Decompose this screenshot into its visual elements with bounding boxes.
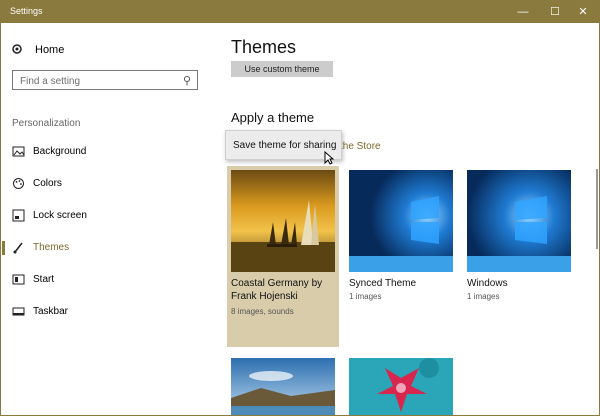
active-indicator xyxy=(2,241,5,255)
picture-icon xyxy=(12,145,25,158)
sidebar-item-themes[interactable]: Themes xyxy=(1,236,212,260)
theme-name: Coastal Germany by Frank Hojenski xyxy=(231,278,323,302)
sidebar-item-label: Lock screen xyxy=(33,210,87,221)
sidebar-item-colors[interactable]: Colors xyxy=(1,172,212,196)
search-icon[interactable]: ⚲ xyxy=(183,74,191,87)
sidebar-item-label: Colors xyxy=(33,178,62,189)
sidebar-item-start[interactable]: Start xyxy=(1,268,212,292)
taskbar-icon xyxy=(12,305,25,318)
theme-tile-flower[interactable] xyxy=(345,354,457,415)
home-label: Home xyxy=(35,44,65,56)
palette-icon xyxy=(12,177,25,190)
theme-thumbnail xyxy=(349,170,453,272)
page-title: Themes xyxy=(231,37,297,57)
theme-tile-synced[interactable]: Synced Theme 1 images xyxy=(345,166,457,316)
sidebar-item-label: Themes xyxy=(33,242,70,253)
apply-theme-heading: Apply a theme xyxy=(231,110,315,125)
theme-thumbnail xyxy=(231,170,335,272)
mouse-cursor-icon xyxy=(324,151,334,165)
sidebar-item-label: Start xyxy=(33,274,55,285)
save-theme-for-sharing-menu-item[interactable]: Save theme for sharing xyxy=(233,140,336,151)
section-label: Personalization xyxy=(12,118,81,129)
scrollbar[interactable] xyxy=(596,169,598,249)
brush-icon xyxy=(12,241,25,254)
main-content: Themes Use custom theme Apply a theme th… xyxy=(212,23,599,415)
sidebar: Home ⚲ Personalization Background Colors… xyxy=(1,23,212,415)
sidebar-item-lock-screen[interactable]: Lock screen xyxy=(1,204,212,228)
search-box[interactable]: ⚲ xyxy=(12,70,198,91)
theme-thumbnail xyxy=(349,358,453,415)
sidebar-item-label: Taskbar xyxy=(33,306,69,317)
theme-name: Windows xyxy=(467,278,508,289)
home-nav-item[interactable]: Home xyxy=(11,41,64,59)
theme-meta: 1 images xyxy=(349,292,382,301)
theme-thumbnail xyxy=(231,358,335,415)
theme-tile-coastal-germany[interactable]: Coastal Germany by Frank Hojenski 8 imag… xyxy=(227,166,339,347)
title-bar[interactable]: Settings — ☐ ✕ xyxy=(1,1,599,23)
theme-meta: 1 images xyxy=(467,292,500,301)
theme-tile-windows[interactable]: Windows 1 images xyxy=(463,166,575,316)
settings-window: Settings — ☐ ✕ Home ⚲ Personalization Ba… xyxy=(0,0,600,416)
use-custom-theme-button[interactable]: Use custom theme xyxy=(231,61,333,77)
theme-meta: 8 images, sounds xyxy=(231,307,294,316)
sidebar-item-taskbar[interactable]: Taskbar xyxy=(1,300,212,324)
sidebar-item-background[interactable]: Background xyxy=(1,140,212,164)
search-input[interactable] xyxy=(13,72,180,91)
window-title: Settings xyxy=(10,6,43,16)
sidebar-item-label: Background xyxy=(33,146,87,157)
gear-icon xyxy=(11,43,25,58)
store-link[interactable]: the Store xyxy=(340,141,381,152)
minimize-button[interactable]: — xyxy=(507,1,539,23)
theme-tile-beach[interactable] xyxy=(227,354,339,415)
lock-screen-icon xyxy=(12,209,25,222)
start-icon xyxy=(12,273,25,286)
theme-thumbnail xyxy=(467,170,571,272)
close-button[interactable]: ✕ xyxy=(567,1,599,23)
theme-name: Synced Theme xyxy=(349,278,417,289)
